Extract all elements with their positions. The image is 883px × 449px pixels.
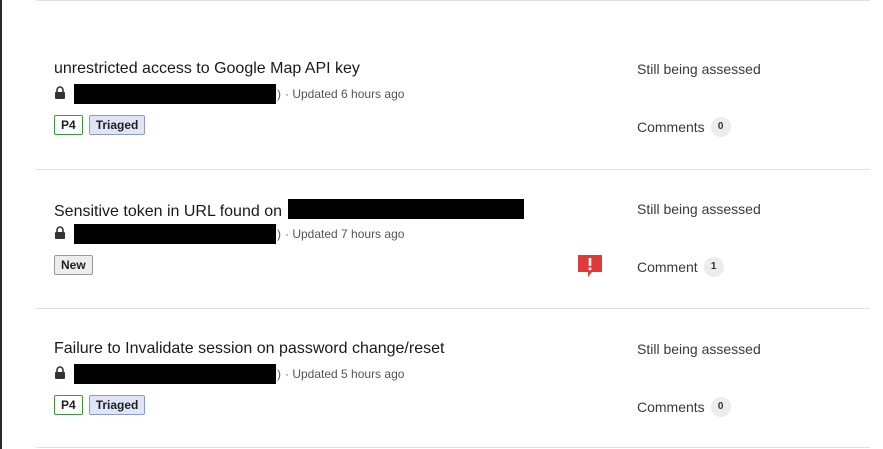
updated-time: · Updated 5 hours ago <box>285 367 405 381</box>
badge-group: P4 Triaged <box>54 395 146 415</box>
report-title[interactable]: unrestricted access to Google Map API ke… <box>54 59 360 79</box>
comments-label: Comments <box>637 119 705 135</box>
row-divider <box>36 447 870 448</box>
row-divider <box>36 0 870 1</box>
priority-badge: P4 <box>54 395 83 415</box>
comments-link[interactable]: Comments 0 <box>637 117 731 137</box>
redacted-block <box>74 84 276 104</box>
priority-badge: P4 <box>54 115 83 135</box>
redacted-block <box>74 364 276 384</box>
badge-group: P4 Triaged <box>54 115 146 135</box>
updated-time: · Updated 7 hours ago <box>285 227 405 241</box>
state-badge: New <box>54 255 93 275</box>
report-title[interactable]: Sensitive token in URL found on <box>54 199 524 222</box>
comments-count: 0 <box>710 397 731 417</box>
row-divider <box>36 308 870 309</box>
report-meta: ) · Updated 7 hours ago <box>54 224 405 244</box>
left-border <box>0 0 2 449</box>
updated-time: · Updated 6 hours ago <box>285 87 405 101</box>
redacted-block <box>74 224 276 244</box>
row-divider <box>36 169 870 170</box>
state-badge: Triaged <box>88 115 146 135</box>
comments-count: 0 <box>710 117 731 137</box>
report-item[interactable]: unrestricted access to Google Map API ke… <box>54 59 870 179</box>
report-list: unrestricted access to Google Map API ke… <box>0 0 883 449</box>
report-meta: ) · Updated 6 hours ago <box>54 84 405 104</box>
comments-label: Comments <box>637 399 705 415</box>
report-item[interactable]: Sensitive token in URL found on ) · Upda… <box>54 199 870 319</box>
redacted-block <box>288 199 524 219</box>
lock-icon <box>54 226 68 242</box>
lock-icon <box>54 86 68 102</box>
state-badge: Triaged <box>88 395 146 415</box>
status-text: Still being assessed <box>637 341 761 357</box>
report-item[interactable]: Failure to Invalidate session on passwor… <box>54 339 870 449</box>
report-meta: ) · Updated 5 hours ago <box>54 364 405 384</box>
comments-link[interactable]: Comment 1 <box>637 257 724 277</box>
report-title[interactable]: Failure to Invalidate session on passwor… <box>54 339 444 359</box>
comments-link[interactable]: Comments 0 <box>637 397 731 417</box>
lock-icon <box>54 366 68 382</box>
status-text: Still being assessed <box>637 201 761 217</box>
comments-count: 1 <box>703 257 724 277</box>
status-text: Still being assessed <box>637 61 761 77</box>
badge-group: New <box>54 255 93 275</box>
comments-label: Comment <box>637 259 698 275</box>
alert-flag-icon[interactable] <box>578 255 602 277</box>
